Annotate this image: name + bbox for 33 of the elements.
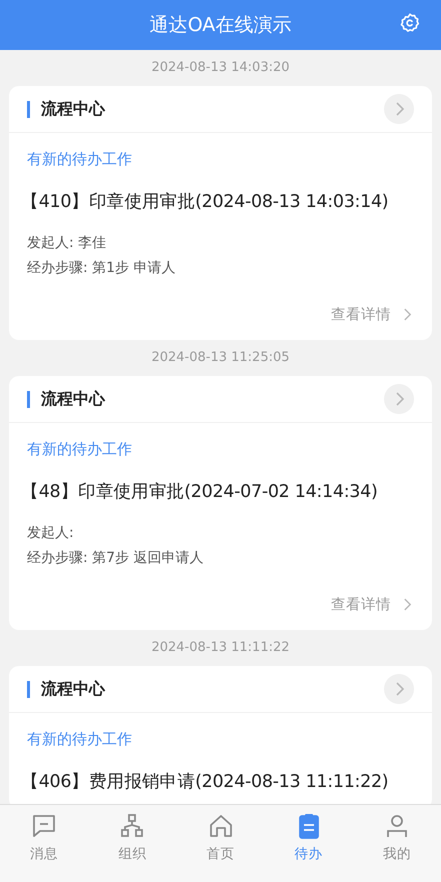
chevron-right-icon[interactable] [403,597,412,612]
section-title: 流程中心 [41,98,106,120]
chat-icon [31,813,58,839]
settings-icon[interactable] [399,12,421,34]
task-title: 【410】印章使用审批(2024-08-13 14:03:14) [21,191,390,213]
detail-text: 经办步骤: 第7步 返回申请人 [27,549,205,568]
chevron-right-icon[interactable] [384,94,414,124]
section-title: 流程中心 [41,678,106,700]
notice-text: 有新的待办工作 [27,730,133,749]
chevron-right-icon[interactable] [403,307,412,322]
section-title: 流程中心 [41,388,106,410]
notice-text: 有新的待办工作 [27,150,133,169]
timestamp: 2024-08-13 11:25:05 [150,349,291,367]
tab-item[interactable]: 首页 [176,805,265,882]
tab-item[interactable]: 我的 [352,805,441,882]
task-title: 【48】印章使用审批(2024-07-02 14:14:34) [21,481,378,503]
tab-item[interactable]: 待办 [264,805,353,882]
view-details-link[interactable]: 查看详情 [331,305,391,324]
chevron-right-icon[interactable] [384,384,414,414]
timestamp: 2024-08-13 11:11:22 [150,639,291,657]
detail-text: 发起人: [27,524,75,543]
home-icon [208,813,234,839]
tab-item[interactable]: 消息 [0,805,88,882]
view-details-link[interactable]: 查看详情 [331,595,391,614]
timestamp: 2024-08-13 14:03:20 [150,59,291,77]
app-title: 通达OA在线演示 [150,13,292,38]
detail-text: 经办步骤: 第1步 申请人 [27,259,177,278]
task-title: 【406】费用报销申请(2024-08-13 11:11:22) [21,771,390,793]
tab-item[interactable]: 组织 [88,805,176,882]
notice-text: 有新的待办工作 [27,440,133,459]
detail-text: 发起人: 李佳 [27,234,108,253]
org-chart-icon [119,813,146,839]
chevron-right-icon[interactable] [384,674,414,704]
